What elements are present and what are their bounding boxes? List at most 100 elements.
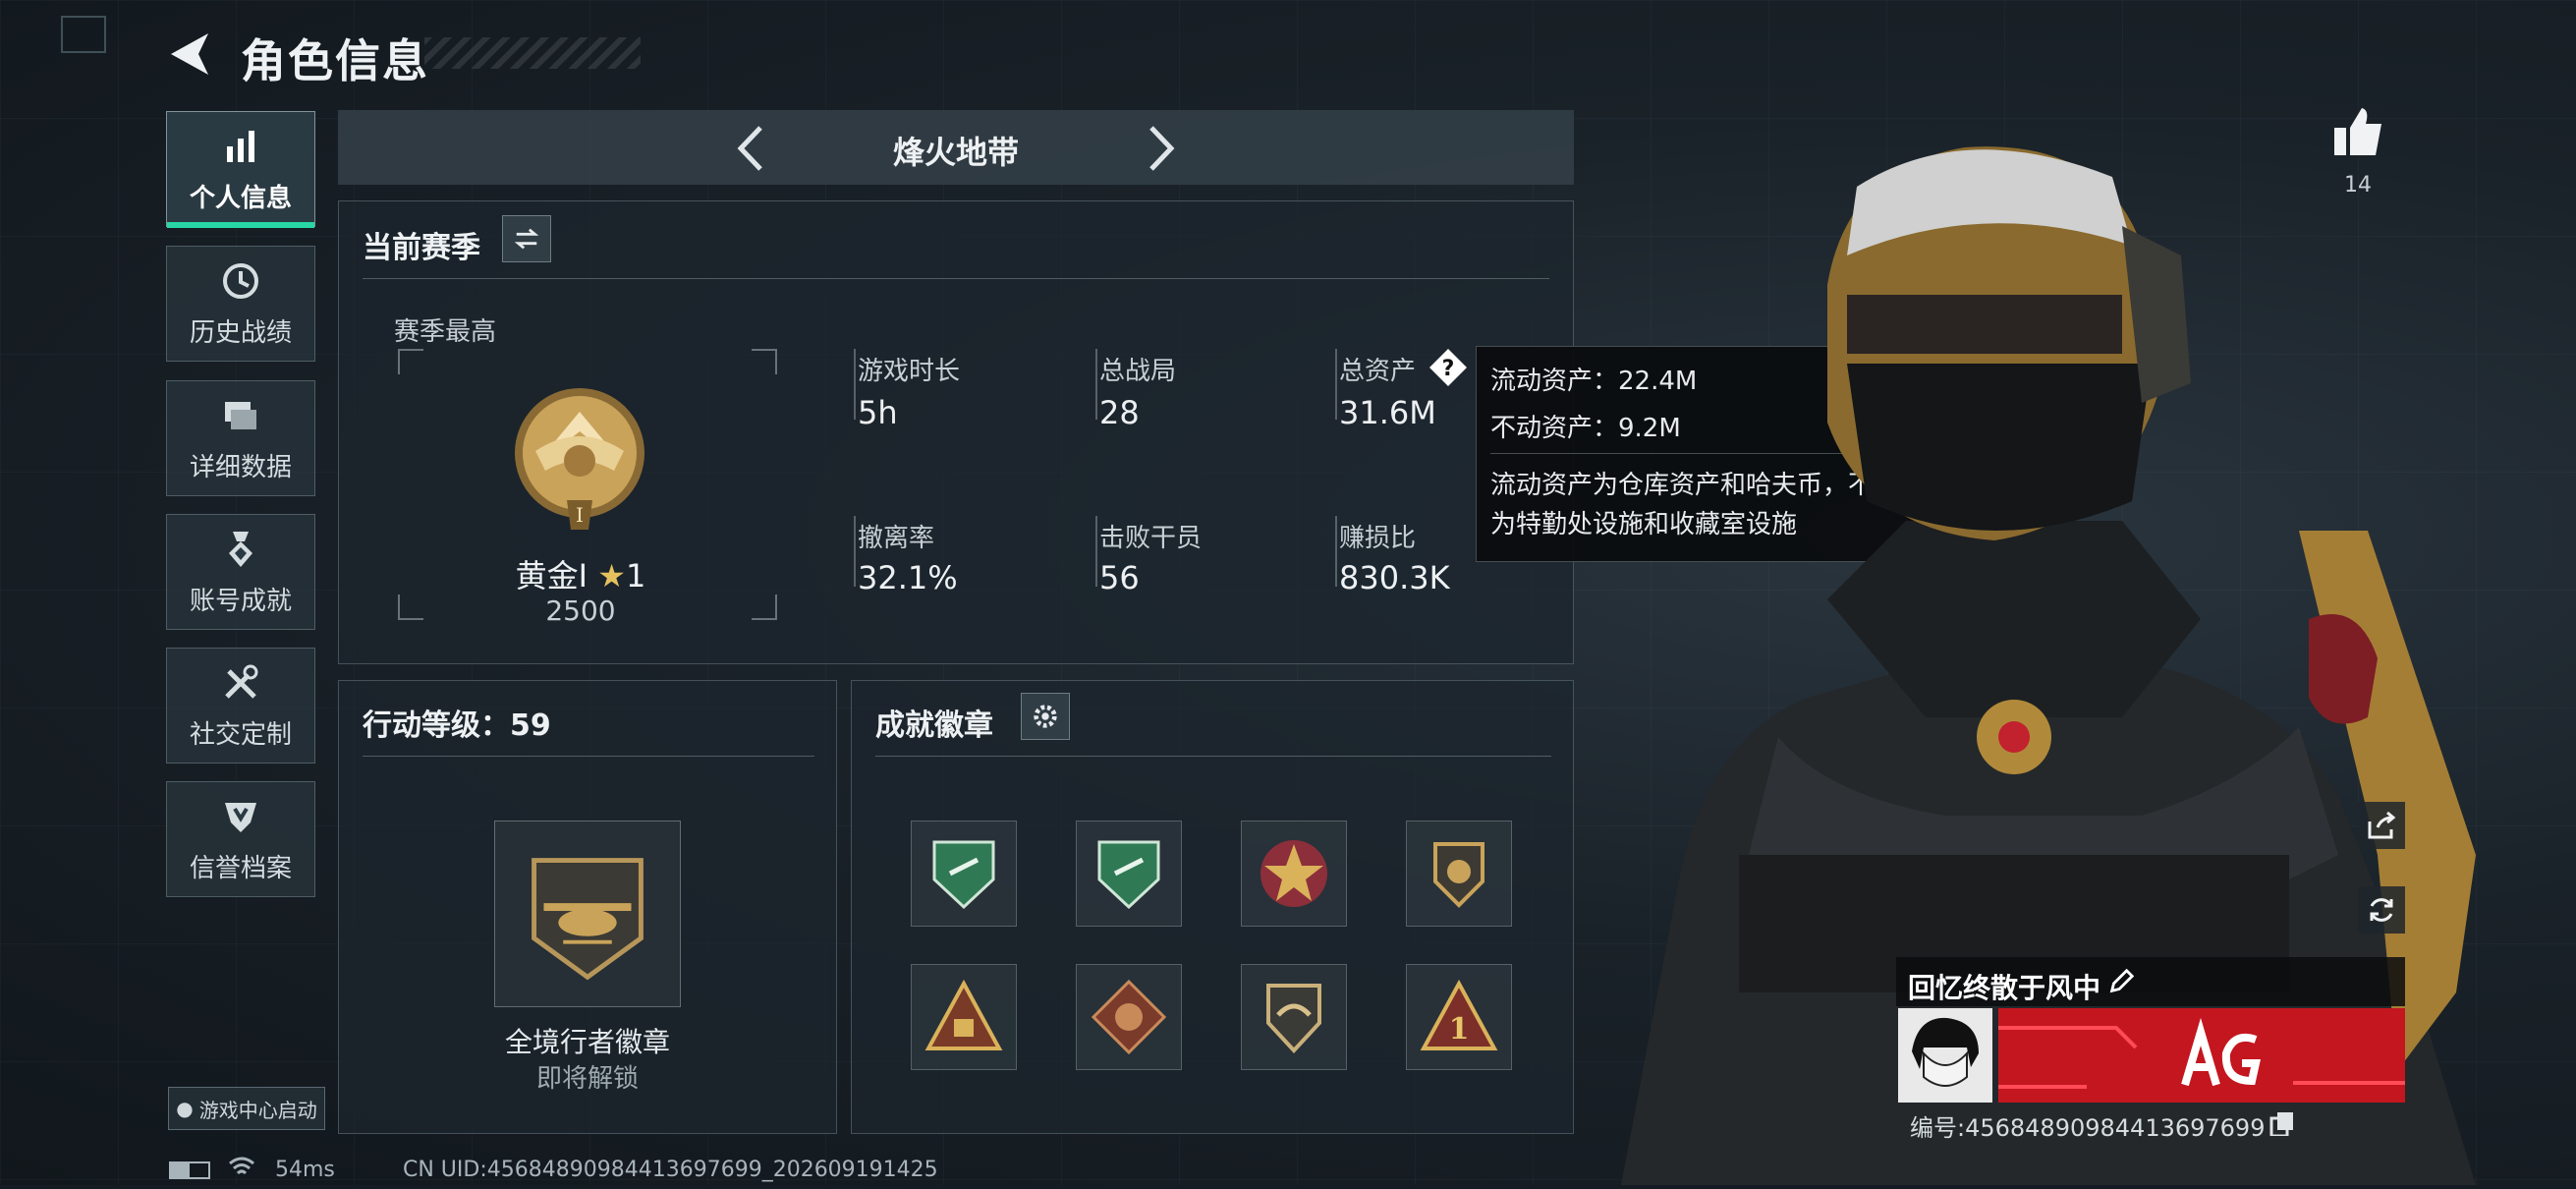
- thumbs-up-icon[interactable]: [2330, 104, 2385, 159]
- frame-corner: [752, 594, 777, 620]
- stat-value: 32.1%: [858, 559, 958, 596]
- sidebar-item-achievements[interactable]: 账号成就: [166, 514, 315, 630]
- player-name: 回忆终散于风中: [1908, 972, 2101, 1004]
- divider: [363, 278, 1549, 279]
- gold-rank-emblem-icon: I: [506, 382, 653, 539]
- number-one-triangle-badge-icon[interactable]: 1: [1406, 964, 1512, 1070]
- sidebar-item-history[interactable]: 历史战绩: [166, 246, 315, 362]
- rank-line: 黄金I ★1: [473, 551, 689, 596]
- stat-label: 总资产: [1339, 357, 1417, 386]
- stat-label: 撤离率: [858, 524, 935, 553]
- stat-value: 5h: [858, 394, 898, 431]
- stat-label: 赚损比: [1339, 524, 1417, 553]
- game-center-launch-button[interactable]: ● 游戏中心启动: [168, 1087, 325, 1130]
- badge-name: 全境行者徽章: [504, 1026, 670, 1058]
- refresh-button[interactable]: [2358, 886, 2405, 934]
- season-best-label: 赛季最高: [394, 317, 497, 347]
- sidebar-item-label: 个人信息: [189, 183, 292, 213]
- helicopter-badge-icon: [532, 858, 644, 981]
- switch-season-button[interactable]: [502, 215, 551, 262]
- rank-name: 黄金I: [515, 557, 588, 594]
- wifi-icon: [228, 1156, 255, 1179]
- mode-selector: 烽火地带: [338, 110, 1574, 185]
- svg-text:?: ?: [1442, 357, 1455, 381]
- svg-text:I: I: [576, 503, 584, 527]
- frame-corner: [398, 594, 423, 620]
- divider: [875, 756, 1551, 757]
- help-icon[interactable]: ?: [1428, 347, 1469, 388]
- stat-divider: [1095, 516, 1097, 587]
- gold-star-medal-icon[interactable]: [1241, 821, 1347, 927]
- achievements-title: 成就徽章: [875, 708, 993, 743]
- action-level-panel: 行动等级：59 全境行者徽章 即将解锁: [338, 680, 837, 1134]
- battery-icon: [169, 1161, 210, 1179]
- action-level-title: 行动等级：59: [363, 708, 551, 743]
- bar-chart-icon: [227, 130, 254, 162]
- title-decoration: [424, 37, 641, 69]
- swap-icon: [514, 228, 539, 250]
- frame-corner: [752, 349, 777, 374]
- stat-label: 击败干员: [1099, 524, 1203, 553]
- share-icon: [2368, 811, 2396, 839]
- frame-corner: [398, 349, 423, 374]
- player-uid: 编号:45684890984413697699: [1910, 1114, 2266, 1142]
- shield-badge-icon: [225, 802, 256, 832]
- edit-pencil-icon[interactable]: [2106, 967, 2138, 998]
- tools-icon: [225, 664, 258, 699]
- clock-history-icon: [223, 262, 258, 299]
- svg-text:1: 1: [1449, 1012, 1470, 1047]
- next-mode-arrow-icon[interactable]: [1142, 124, 1181, 173]
- gold-emblem-badge-icon[interactable]: [1406, 821, 1512, 927]
- sidebar-item-label: 账号成就: [189, 586, 292, 616]
- sidebar-item-label: 详细数据: [189, 452, 292, 482]
- sidebar-item-detail-data[interactable]: 详细数据: [166, 380, 315, 496]
- folder-stack-icon: [225, 401, 256, 429]
- achievements-panel: 成就徽章 1: [851, 680, 1574, 1134]
- green-shield-badge-icon[interactable]: [1076, 821, 1182, 927]
- season-title: 当前赛季: [363, 231, 480, 265]
- stat-divider: [854, 349, 856, 420]
- stat-value: 28: [1099, 394, 1140, 431]
- eagle-shield-badge-icon[interactable]: [1241, 964, 1347, 1070]
- back-arrow-icon[interactable]: [165, 29, 212, 79]
- divider: [363, 756, 814, 757]
- stat-label: 游戏时长: [858, 357, 961, 386]
- stat-divider: [1335, 516, 1337, 587]
- team-banner: [1998, 1008, 2405, 1103]
- gold-triangle-badge-icon[interactable]: [911, 964, 1017, 1070]
- sidebar-item-personal-info[interactable]: 个人信息: [166, 111, 315, 228]
- season-panel: 当前赛季 赛季最高 I 黄金I ★1 2500 游戏时长 5h 总战局 28 总…: [338, 200, 1574, 664]
- medal-icon: [229, 531, 252, 567]
- sidebar-item-social[interactable]: 社交定制: [166, 648, 315, 764]
- penguin-icon: ●: [176, 1097, 194, 1120]
- share-button[interactable]: [2358, 802, 2405, 849]
- sidebar-item-label: 历史战绩: [189, 317, 292, 348]
- sidebar-item-credit[interactable]: 信誉档案: [166, 781, 315, 897]
- stat-label: 总战局: [1099, 357, 1177, 386]
- mode-title: 烽火地带: [892, 134, 1019, 171]
- stat-divider: [854, 516, 856, 587]
- gear-icon: [1034, 705, 1057, 728]
- green-shield-badge-icon[interactable]: [911, 821, 1017, 927]
- sidebar-item-label: 社交定制: [189, 719, 292, 750]
- stat-divider: [1335, 349, 1337, 420]
- avatar[interactable]: [1898, 1008, 1992, 1103]
- dragon-diamond-badge-icon[interactable]: [1076, 964, 1182, 1070]
- ag-logo-icon: [1998, 1008, 2405, 1103]
- badge-frame[interactable]: [494, 821, 681, 1007]
- star-icon: ★: [597, 557, 626, 594]
- launch-label: 游戏中心启动: [198, 1098, 317, 1122]
- page-title: 角色信息: [241, 34, 429, 87]
- achievement-settings-button[interactable]: [1021, 693, 1070, 740]
- stat-value: 56: [1099, 559, 1140, 596]
- corner-frame-decoration: [61, 16, 106, 53]
- refresh-icon: [2370, 898, 2393, 922]
- rank-points: 2500: [545, 594, 616, 627]
- ping-value: 54ms: [275, 1158, 335, 1182]
- badge-status: 即将解锁: [535, 1064, 639, 1094]
- copy-icon[interactable]: [2269, 1110, 2295, 1138]
- stat-divider: [1095, 349, 1097, 420]
- sidebar-item-label: 信誉档案: [189, 853, 292, 883]
- rank-stars: 1: [625, 557, 646, 594]
- like-count: 14: [2344, 173, 2372, 198]
